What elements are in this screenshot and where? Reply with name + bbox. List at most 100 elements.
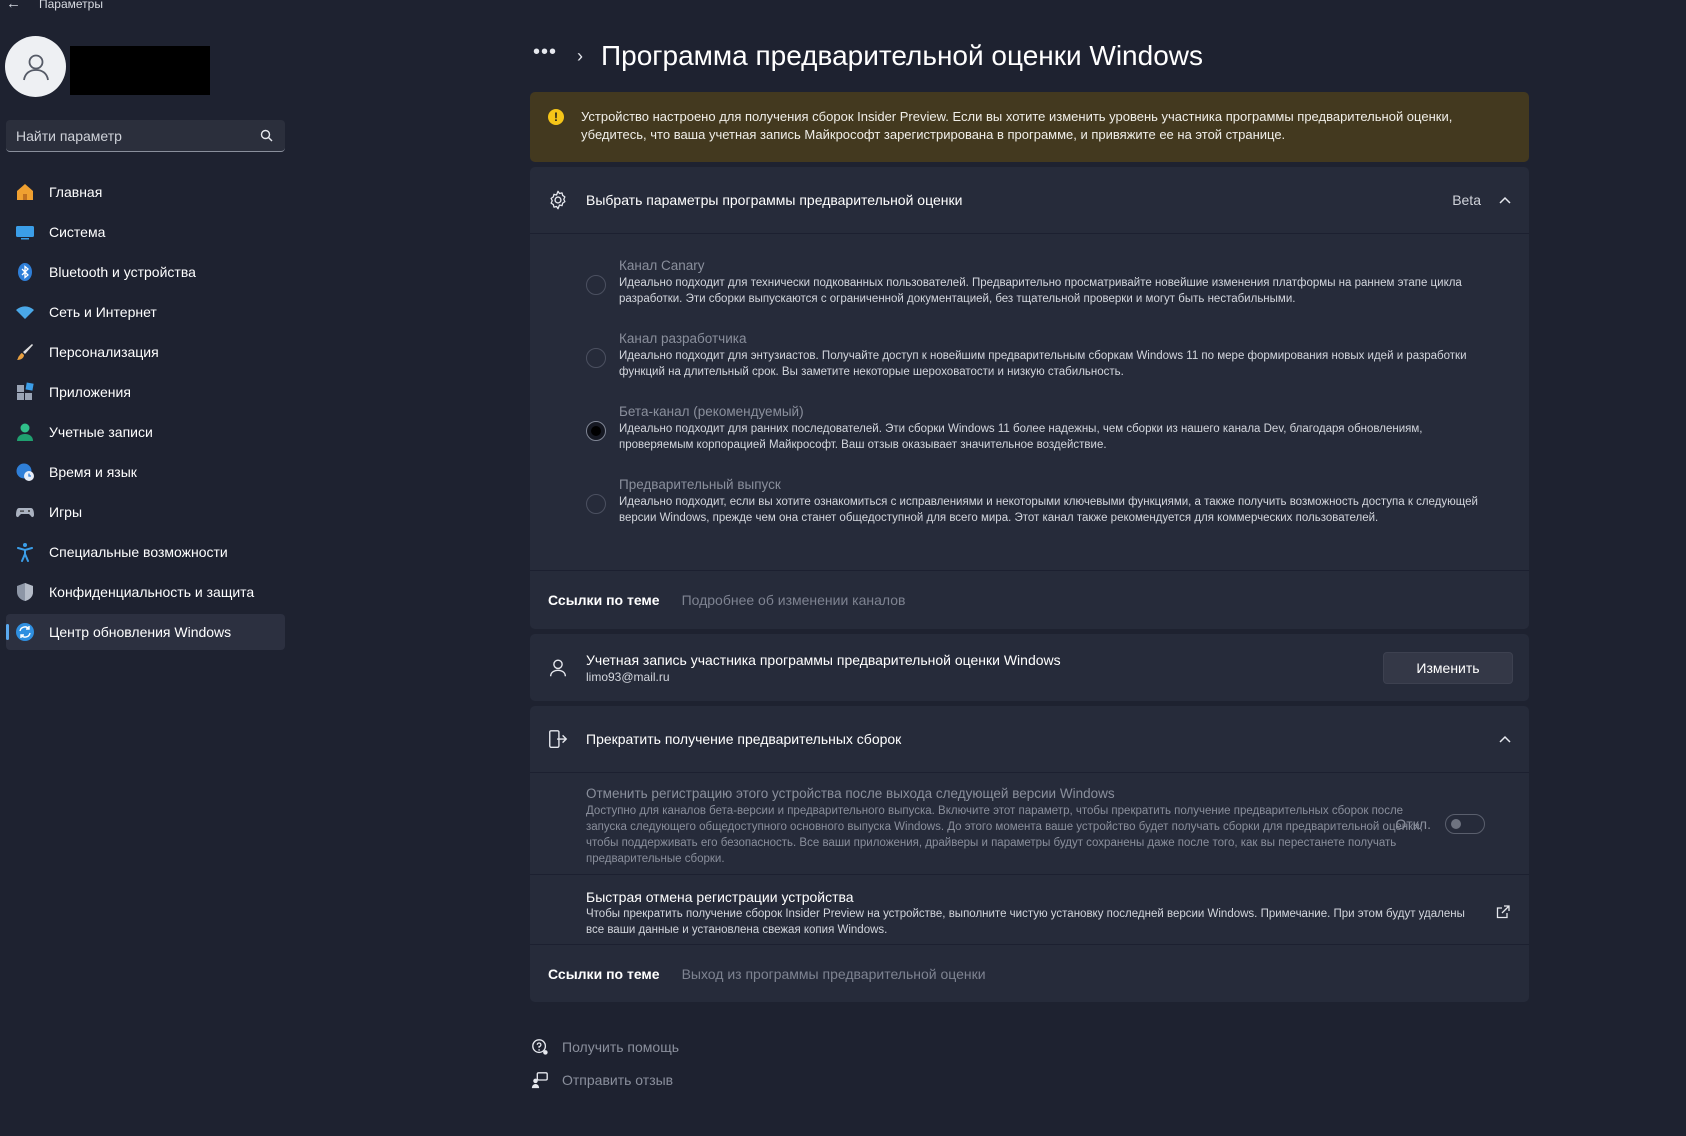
fast-unenroll-title: Быстрая отмена регистрации устройства — [586, 889, 854, 905]
send-feedback-label: Отправить отзыв — [562, 1072, 674, 1088]
system-display-icon — [14, 221, 36, 243]
page-title: Программа предварительной оценки Windows — [601, 40, 1203, 71]
apps-icon — [14, 381, 36, 403]
home-icon — [14, 181, 36, 203]
unenroll-title: Отменить регистрацию этого устройства по… — [586, 786, 1115, 801]
get-help-link[interactable]: Получить помощь — [530, 1037, 679, 1057]
warning-icon: ! — [548, 109, 564, 125]
profile-name-redacted — [70, 46, 210, 95]
insider-settings-header[interactable]: Выбрать параметры программы предваритель… — [530, 167, 1529, 233]
channel-change-link[interactable]: Подробнее об изменении каналов — [682, 592, 906, 608]
sidebar-item-label: Bluetooth и устройства — [49, 264, 196, 280]
change-account-button[interactable]: Изменить — [1383, 651, 1513, 684]
sidebar-item-personalization[interactable]: Персонализация — [6, 334, 285, 370]
channel-title: Предварительный выпуск — [619, 477, 781, 492]
chevron-right-icon: › — [577, 45, 584, 66]
related-links-exit: Ссылки по теме Выход из программы предва… — [530, 946, 1529, 1002]
unenroll-toggle[interactable] — [1445, 814, 1485, 834]
warning-banner: ! Устройство настроено для получения сбо… — [530, 92, 1529, 162]
unenroll-after-release-row: Отменить регистрацию этого устройства по… — [586, 785, 1441, 867]
sidebar-item-network[interactable]: Сеть и Интернет — [6, 294, 285, 330]
exit-program-link[interactable]: Выход из программы предварительной оценк… — [682, 966, 986, 982]
external-link-icon[interactable] — [1495, 904, 1511, 920]
channel-description: Идеально подходит для технически подкова… — [619, 277, 1462, 305]
search-input[interactable] — [16, 127, 236, 144]
brush-icon — [14, 341, 36, 363]
sidebar-item-label: Специальные возможности — [49, 544, 228, 560]
divider — [530, 874, 1529, 875]
channel-description: Идеально подходит, если вы хотите ознако… — [619, 496, 1478, 524]
channel-option-release-preview[interactable]: Предварительный выпуск Идеально подходит… — [586, 476, 1486, 526]
channel-title: Канал разработчика — [619, 331, 747, 346]
gear-icon — [546, 188, 570, 212]
sidebar-item-label: Игры — [49, 504, 83, 520]
insider-account-card: Учетная запись участника программы предв… — [530, 634, 1529, 701]
divider — [530, 772, 1529, 773]
sidebar-item-accounts[interactable]: Учетные записи — [6, 414, 285, 450]
channel-title: Канал Canary — [619, 258, 705, 273]
sidebar-item-label: Учетные записи — [49, 424, 153, 440]
get-help-label: Получить помощь — [562, 1039, 680, 1055]
sidebar-item-label: Конфиденциальность и защита — [49, 584, 255, 600]
account-icon — [14, 421, 36, 443]
send-feedback-link[interactable]: Отправить отзыв — [530, 1070, 673, 1090]
user-avatar-icon[interactable] — [5, 36, 66, 97]
sidebar-item-label: Главная — [49, 184, 103, 200]
chevron-up-icon[interactable] — [1497, 731, 1513, 747]
insider-settings-title: Выбрать параметры программы предваритель… — [586, 192, 963, 208]
app-title: Параметры — [39, 0, 103, 11]
sidebar-item-system[interactable]: Система — [6, 214, 285, 250]
title-bar: ← Параметры — [0, 0, 300, 14]
radio-release-preview[interactable] — [586, 494, 606, 514]
fast-unenroll-row[interactable]: Быстрая отмена регистрации устройства Чт… — [586, 888, 1466, 938]
sidebar-item-windows-update[interactable]: Центр обновления Windows — [6, 614, 285, 650]
related-links-channels: Ссылки по теме Подробнее об изменении ка… — [530, 572, 1529, 628]
channel-description: Идеально подходит для энтузиастов. Получ… — [619, 350, 1467, 378]
sidebar-item-label: Персонализация — [49, 344, 159, 360]
more-icon[interactable]: ••• — [533, 42, 557, 70]
channel-option-canary[interactable]: Канал Canary Идеально подходит для техни… — [586, 257, 1486, 307]
search-icon[interactable] — [260, 129, 273, 142]
stop-builds-header[interactable]: Прекратить получение предварительных сбо… — [530, 706, 1529, 772]
sidebar-item-privacy[interactable]: Конфиденциальность и защита — [6, 574, 285, 610]
shield-icon — [14, 581, 36, 603]
bluetooth-icon — [14, 261, 36, 283]
sidebar-nav: Главная Система Bluetooth и устройства С… — [6, 174, 285, 654]
sidebar-item-gaming[interactable]: Игры — [6, 494, 285, 530]
sidebar-item-time-language[interactable]: Время и язык — [6, 454, 285, 490]
sidebar-item-label: Приложения — [49, 384, 131, 400]
back-arrow-icon[interactable]: ← — [6, 0, 21, 12]
time-language-icon — [14, 461, 36, 483]
channel-option-dev[interactable]: Канал разработчика Идеально подходит для… — [586, 330, 1486, 380]
radio-canary[interactable] — [586, 275, 606, 295]
wifi-icon — [14, 301, 36, 323]
related-links-label: Ссылки по теме — [548, 592, 660, 608]
channel-title: Бета-канал (рекомендуемый) — [619, 404, 804, 419]
channel-option-beta[interactable]: Бета-канал (рекомендуемый) Идеально подх… — [586, 403, 1486, 453]
sidebar-item-apps[interactable]: Приложения — [6, 374, 285, 410]
insider-channel-value: Beta — [1452, 192, 1481, 208]
sidebar-item-accessibility[interactable]: Специальные возможности — [6, 534, 285, 570]
channel-description: Идеально подходит для ранних последовате… — [619, 423, 1423, 451]
search-box[interactable] — [6, 120, 285, 152]
divider — [530, 944, 1529, 945]
sidebar-item-bluetooth[interactable]: Bluetooth и устройства — [6, 254, 285, 290]
chevron-up-icon[interactable] — [1497, 192, 1513, 208]
sidebar-item-label: Центр обновления Windows — [49, 624, 232, 640]
breadcrumb: ••• › Программа предварительной оценки W… — [533, 36, 1203, 76]
radio-beta[interactable] — [586, 421, 606, 441]
sidebar-item-label: Система — [49, 224, 106, 240]
related-links-label: Ссылки по теме — [548, 966, 660, 982]
account-outline-icon — [546, 656, 570, 680]
toggle-state-label: Откл. — [1395, 816, 1431, 832]
warning-text: Устройство настроено для получения сборо… — [581, 109, 1453, 142]
account-email: limo93@mail.ru — [586, 669, 670, 684]
feedback-icon — [530, 1070, 550, 1090]
sidebar-item-home[interactable]: Главная — [6, 174, 285, 210]
account-title: Учетная запись участника программы предв… — [586, 651, 1061, 668]
help-icon — [530, 1037, 550, 1057]
gamepad-icon — [14, 501, 36, 523]
divider — [530, 233, 1529, 234]
radio-dev[interactable] — [586, 348, 606, 368]
stop-builds-title: Прекратить получение предварительных сбо… — [586, 731, 902, 747]
